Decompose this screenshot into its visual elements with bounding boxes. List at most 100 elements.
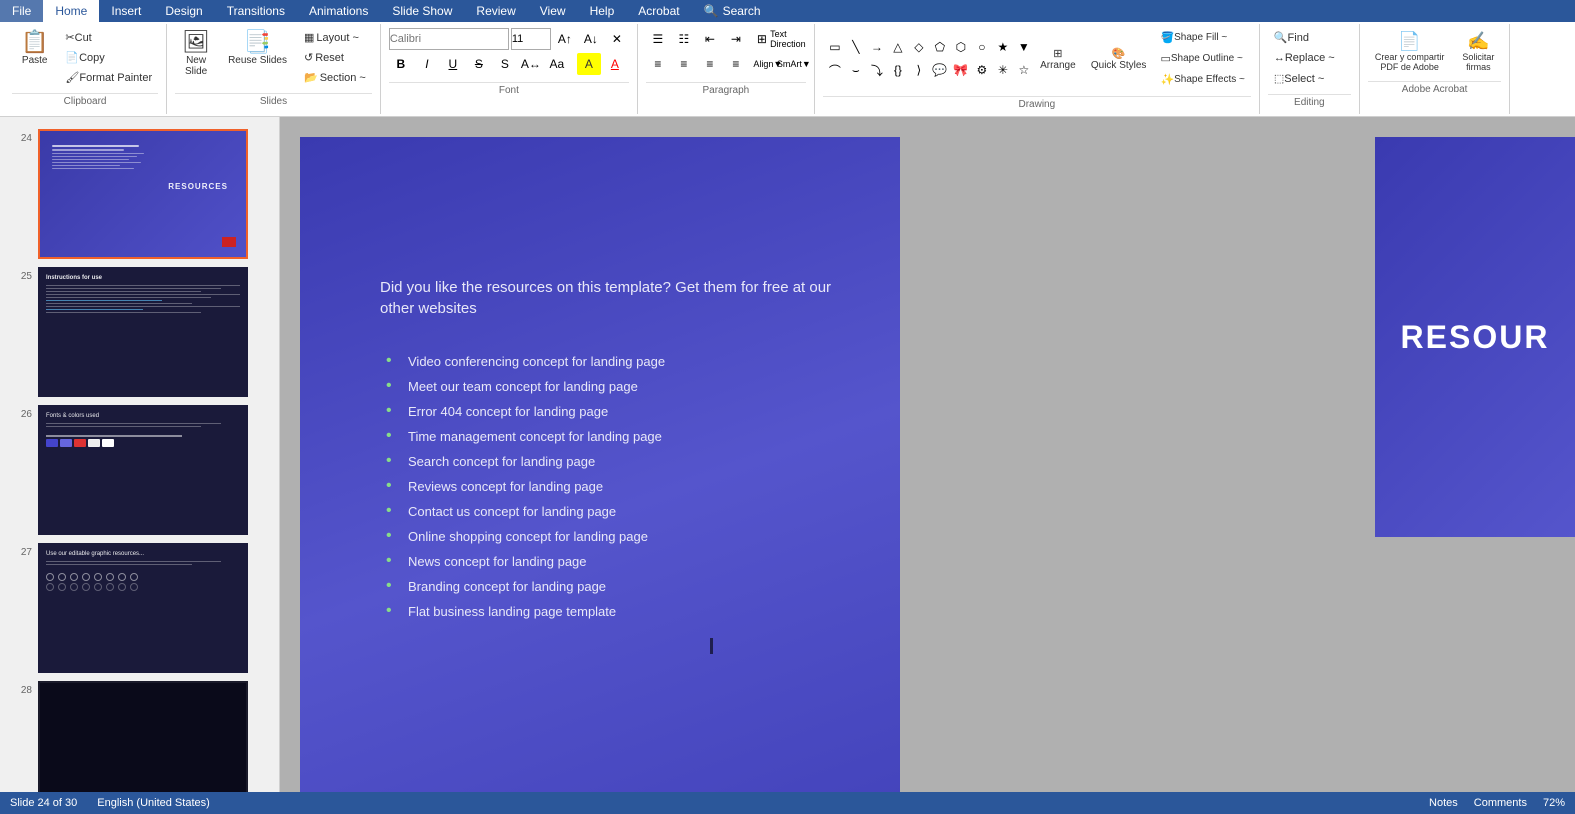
decrease-font-button[interactable]: A↓ [579, 28, 603, 50]
change-case-button[interactable]: Aa [545, 53, 569, 75]
align-center-button[interactable]: ≡ [672, 53, 696, 75]
shape-outline-button[interactable]: ▭ Shape Outline ~ [1154, 49, 1250, 68]
replace-icon: ↔ [1274, 52, 1285, 64]
drawing-group: ▭ ╲ → △ ◇ ⬠ ⬡ ○ ★ ▼ ⌒ ⌣ ⤵ {} ⟩ [815, 24, 1260, 114]
layout-button[interactable]: ▦ Layout ~ [298, 28, 372, 47]
select-button[interactable]: ⬚ Select ~ [1268, 69, 1351, 88]
clear-format-button[interactable]: ✕ [605, 28, 629, 50]
slides-group: 🖼 NewSlide 📑 Reuse Slides ▦ Layout ~ [167, 24, 381, 114]
select-icon: ⬚ [1274, 72, 1284, 85]
notes-button[interactable]: Notes [1429, 797, 1458, 809]
tab-design[interactable]: Design [153, 0, 214, 22]
slide-canvas-main[interactable]: Did you like the resources on this templ… [300, 137, 900, 806]
comments-button[interactable]: Comments [1474, 797, 1527, 809]
tab-transitions[interactable]: Transitions [215, 0, 297, 22]
tab-help[interactable]: Help [578, 0, 627, 22]
tab-file[interactable]: File [0, 0, 43, 22]
slide-item-24[interactable]: 24 RESOURCES [0, 125, 279, 263]
list-item: Search concept for landing page [380, 449, 860, 474]
list-item: Error 404 concept for landing page [380, 399, 860, 424]
slide-item-25[interactable]: 25 Instructions for use [0, 263, 279, 401]
slide-intro-text: Did you like the resources on this templ… [380, 277, 860, 319]
justify-button[interactable]: ≡ [724, 53, 748, 75]
highlight-button[interactable]: A [577, 53, 601, 75]
ribbon-tabs: File Home Insert Design Transitions Anim… [0, 0, 1575, 22]
copy-button[interactable]: 📄 Copy [59, 48, 158, 67]
text-cursor [710, 638, 713, 654]
character-spacing-button[interactable]: A↔ [519, 53, 543, 75]
paste-button[interactable]: 📋 Paste [12, 28, 57, 69]
section-button[interactable]: 📂 Section ~ [298, 68, 372, 87]
acrobat-group: 📄 Crear y compartirPDF de Adobe ✍ Solici… [1360, 24, 1511, 114]
reuse-slides-button[interactable]: 📑 Reuse Slides [221, 28, 294, 69]
shape-fill-button[interactable]: 🪣 Shape Fill ~ [1154, 28, 1250, 47]
section-icon: 📂 [304, 71, 318, 84]
slide-thumbnail-26[interactable]: Fonts & colors used [38, 405, 248, 535]
tab-slideshow[interactable]: Slide Show [380, 0, 464, 22]
convert-smartart-button[interactable]: SmArt▼ [782, 53, 806, 75]
list-item: Reviews concept for landing page [380, 474, 860, 499]
font-name-input[interactable] [389, 28, 509, 50]
reuse-slides-icon: 📑 [244, 31, 271, 53]
align-left-button[interactable]: ≡ [646, 53, 670, 75]
slide-thumbnail-24[interactable]: RESOURCES [38, 129, 248, 259]
underline-button[interactable]: U [441, 53, 465, 75]
cut-button[interactable]: ✂ Cut [59, 28, 158, 47]
bullets-button[interactable]: ☰ [646, 28, 670, 50]
slide-content-area: Did you like the resources on this templ… [380, 277, 860, 624]
new-slide-button[interactable]: 🖼 NewSlide [175, 28, 217, 80]
tab-home[interactable]: Home [43, 0, 99, 22]
format-painter-icon: 🖌 [65, 71, 79, 84]
right-partial-slide: RESOUR [1375, 137, 1575, 537]
tab-animations[interactable]: Animations [297, 0, 380, 22]
bold-button[interactable]: B [389, 53, 413, 75]
tab-search[interactable]: 🔍 Search [692, 0, 773, 22]
layout-icon: ▦ [304, 31, 314, 44]
quick-styles-button[interactable]: 🎨 Quick Styles [1084, 44, 1154, 74]
shadow-button[interactable]: S [493, 53, 517, 75]
tab-acrobat[interactable]: Acrobat [626, 0, 691, 22]
text-direction-label: Text Direction [770, 29, 806, 49]
quick-styles-icon: 🎨 [1112, 47, 1126, 60]
slide-thumbnail-27[interactable]: Use our editable graphic resources... [38, 543, 248, 673]
slide-item-26[interactable]: 26 Fonts & colors used [0, 401, 279, 539]
slide-thumbnail-25[interactable]: Instructions for use [38, 267, 248, 397]
reset-button[interactable]: ↺ Reset [298, 48, 372, 67]
find-button[interactable]: 🔍 Find [1268, 28, 1315, 47]
slide-thumbnail-28[interactable] [38, 681, 248, 806]
font-color-button[interactable]: A [603, 53, 627, 75]
list-item: Online shopping concept for landing page [380, 524, 860, 549]
increase-indent-button[interactable]: ⇥ [724, 28, 748, 50]
strikethrough-button[interactable]: S [467, 53, 491, 75]
align-right-button[interactable]: ≡ [698, 53, 722, 75]
request-signatures-icon: ✍ [1467, 31, 1489, 52]
slide-item-28[interactable]: 28 [0, 677, 279, 806]
list-item: Flat business landing page template [380, 599, 860, 624]
find-icon: 🔍 [1274, 31, 1288, 44]
arrange-button[interactable]: ⊞ Arrange [1033, 44, 1083, 74]
list-item: News concept for landing page [380, 549, 860, 574]
slide-item-27[interactable]: 27 Use our editable graphic resources... [0, 539, 279, 677]
format-painter-button[interactable]: 🖌 Format Painter [59, 68, 158, 87]
language-info: English (United States) [97, 797, 210, 809]
numbering-button[interactable]: ☷ [672, 28, 696, 50]
copy-icon: 📄 [65, 51, 79, 64]
font-size-input[interactable] [511, 28, 551, 50]
shape-effects-button[interactable]: ✨ Shape Effects ~ [1154, 70, 1250, 89]
request-signatures-button[interactable]: ✍ Solicitarfirmas [1455, 28, 1501, 75]
list-item: Meet our team concept for landing page [380, 374, 860, 399]
text-direction-button[interactable]: Text Direction [776, 28, 800, 50]
ribbon-body: 📋 Paste ✂ Cut 📄 Copy 🖌 [0, 22, 1575, 116]
ribbon: File Home Insert Design Transitions Anim… [0, 0, 1575, 117]
increase-font-button[interactable]: A↑ [553, 28, 577, 50]
replace-button[interactable]: ↔ Replace ~ [1268, 49, 1351, 67]
italic-button[interactable]: I [415, 53, 439, 75]
list-item: Branding concept for landing page [380, 574, 860, 599]
tab-view[interactable]: View [528, 0, 578, 22]
tab-insert[interactable]: Insert [99, 0, 153, 22]
paste-icon: 📋 [21, 31, 48, 53]
shape-fill-icon: 🪣 [1160, 31, 1174, 44]
create-pdf-button[interactable]: 📄 Crear y compartirPDF de Adobe [1368, 28, 1452, 75]
decrease-indent-button[interactable]: ⇤ [698, 28, 722, 50]
tab-review[interactable]: Review [464, 0, 527, 22]
